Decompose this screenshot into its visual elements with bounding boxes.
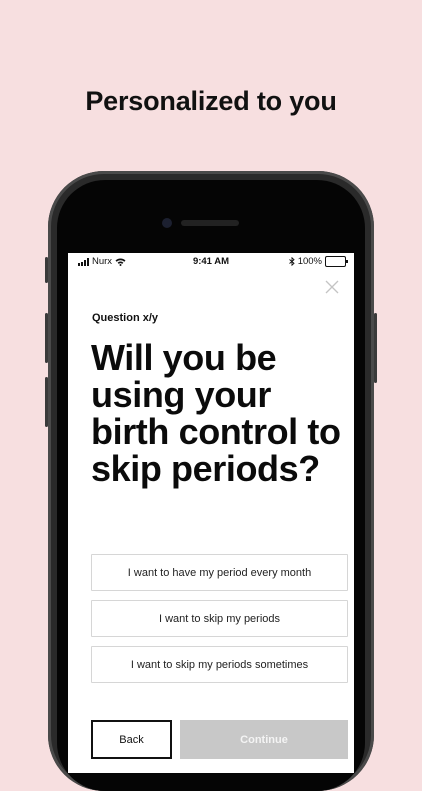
close-icon[interactable]: [325, 280, 339, 294]
answer-options: I want to have my period every month I w…: [91, 554, 348, 692]
option-skip-sometimes[interactable]: I want to skip my periods sometimes: [91, 646, 348, 683]
volume-down-button: [45, 377, 48, 427]
app-screen: Nurx 9:41 AM 100% Question x/y Will you …: [68, 253, 354, 773]
option-skip-periods[interactable]: I want to skip my periods: [91, 600, 348, 637]
phone-frame: Nurx 9:41 AM 100% Question x/y Will you …: [45, 171, 377, 791]
earpiece-speaker: [181, 220, 239, 226]
battery-icon: [325, 256, 348, 267]
continue-button[interactable]: Continue: [180, 720, 348, 759]
power-button: [374, 313, 377, 383]
front-camera: [162, 218, 172, 228]
status-bar: Nurx 9:41 AM 100%: [68, 253, 354, 270]
question-title: Will you be using your birth control to …: [91, 337, 341, 489]
phone-bezel: Nurx 9:41 AM 100% Question x/y Will you …: [57, 180, 365, 791]
question-counter: Question x/y: [92, 312, 159, 324]
back-button[interactable]: Back: [91, 720, 172, 759]
mute-switch: [45, 257, 48, 283]
option-every-month[interactable]: I want to have my period every month: [91, 554, 348, 591]
battery-percent: 100%: [297, 256, 322, 267]
bluetooth-icon: [288, 257, 295, 266]
volume-up-button: [45, 313, 48, 363]
page-headline: Personalized to you: [85, 86, 337, 116]
